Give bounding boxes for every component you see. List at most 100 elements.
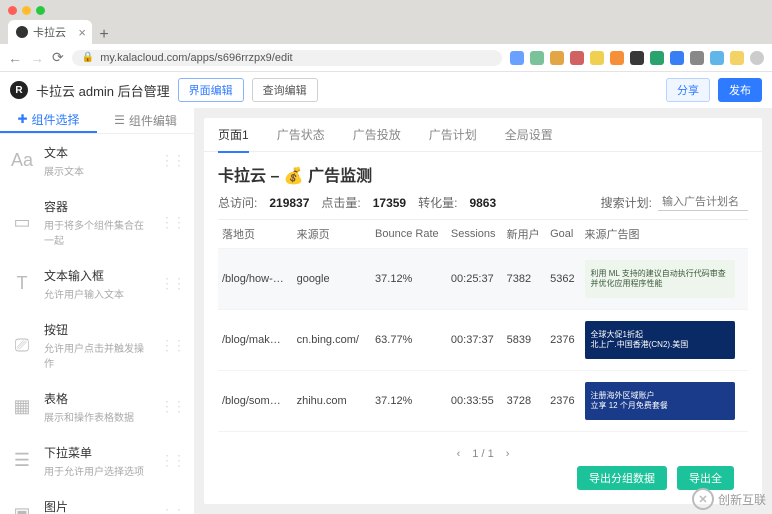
- watermark-text: 创新互联: [718, 491, 766, 508]
- extension-icon[interactable]: [650, 51, 664, 65]
- component-desc: 允许用户点击并触发操作: [44, 340, 150, 370]
- extension-icon[interactable]: [670, 51, 684, 65]
- maximize-window-icon[interactable]: [36, 6, 45, 15]
- cell-newuser: 5839: [503, 310, 546, 371]
- component-icon: ☰: [10, 449, 34, 473]
- watermark-logo-icon: ✕: [692, 488, 714, 510]
- minimize-window-icon[interactable]: [22, 6, 31, 15]
- component-name: 表格: [44, 390, 150, 407]
- cell-newuser: 9837: [503, 432, 546, 443]
- table-row[interactable]: /blog/peop…csdn.com76.47%00:57:329837763…: [218, 432, 748, 443]
- cell-bounce: 76.47%: [371, 432, 447, 443]
- component-desc: 允许用户输入文本: [44, 286, 150, 301]
- tab-component-edit[interactable]: ☰组件编辑: [97, 108, 194, 133]
- extension-icon[interactable]: [630, 51, 644, 65]
- next-page-icon[interactable]: ›: [506, 448, 510, 460]
- ad-banner: 注册海外区域账户立享 12 个月免费套餐: [585, 382, 735, 420]
- cell-newuser: 3728: [503, 371, 546, 432]
- reload-icon[interactable]: ⟳: [52, 49, 64, 66]
- extension-icon[interactable]: [550, 51, 564, 65]
- back-icon[interactable]: ←: [8, 50, 22, 66]
- tab-title: 卡拉云: [33, 24, 66, 40]
- watermark: ✕ 创新互联: [692, 488, 766, 510]
- drag-handle-icon[interactable]: ⋮⋮: [160, 275, 184, 292]
- export-all-button[interactable]: 导出全: [677, 466, 734, 490]
- extension-icon[interactable]: [730, 51, 744, 65]
- cell-goal: 5362: [546, 249, 580, 310]
- panel-tab[interactable]: 广告投放: [353, 126, 401, 143]
- data-table: 落地页来源页Bounce RateSessions新用户Goal来源广告图 /b…: [218, 219, 748, 442]
- cell-landing: /blog/som…: [218, 371, 293, 432]
- extension-icon[interactable]: [590, 51, 604, 65]
- drag-handle-icon[interactable]: ⋮⋮: [160, 152, 184, 169]
- url-text: my.kalacloud.com/apps/s696rrzpx9/edit: [100, 52, 292, 64]
- query-edit-button[interactable]: 查询编辑: [252, 78, 318, 102]
- profile-avatar-icon[interactable]: [750, 51, 764, 65]
- export-group-button[interactable]: 导出分组数据: [577, 466, 667, 490]
- sidebar: ✚组件选择 ☰组件编辑 Aa文本展示文本⋮⋮▭容器用于将多个组件集合在一起⋮⋮T…: [0, 108, 194, 514]
- search-plan-input[interactable]: [658, 194, 748, 211]
- browser-tab-strip: 卡拉云 × +: [0, 20, 772, 44]
- extension-icon[interactable]: [530, 51, 544, 65]
- panel: 页面1广告状态广告投放广告计划全局设置 卡拉云 – 💰 广告监测 总访问: 21…: [204, 118, 762, 504]
- close-tab-icon[interactable]: ×: [78, 25, 86, 40]
- extension-icon[interactable]: [610, 51, 624, 65]
- table-row[interactable]: /blog/mak…cn.bing.com/63.77%00:37:375839…: [218, 310, 748, 371]
- metrics-row: 总访问: 219837 点击量: 17359 转化量: 9863 搜索计划:: [218, 194, 748, 211]
- cell-bounce: 37.12%: [371, 371, 447, 432]
- panel-tab[interactable]: 页面1: [218, 126, 249, 143]
- cell-landing: /blog/how-…: [218, 249, 293, 310]
- component-item[interactable]: ⎚按钮允许用户点击并触发操作⋮⋮: [0, 311, 194, 380]
- component-name: 按钮: [44, 321, 150, 338]
- panel-tab[interactable]: 广告状态: [277, 126, 325, 143]
- page-edit-button[interactable]: 界面编辑: [178, 78, 244, 102]
- cell-ad: 人人可用的业务数据收集管理平台: [581, 432, 748, 443]
- component-item[interactable]: T文本输入框允许用户输入文本⋮⋮: [0, 257, 194, 311]
- conv-value: 9863: [469, 196, 496, 210]
- component-item[interactable]: ▦表格展示和操作表格数据⋮⋮: [0, 380, 194, 434]
- component-item[interactable]: ☰下拉菜单用于允许用户选择选项⋮⋮: [0, 434, 194, 488]
- table-row[interactable]: /blog/som…zhihu.com37.12%00:33:553728237…: [218, 371, 748, 432]
- component-item[interactable]: ▣图片用于展示图片⋮⋮: [0, 488, 194, 514]
- forward-icon: →: [30, 50, 44, 66]
- component-name: 下拉菜单: [44, 444, 150, 461]
- tab-component-select[interactable]: ✚组件选择: [0, 108, 97, 133]
- extension-icon[interactable]: [570, 51, 584, 65]
- extension-icon[interactable]: [710, 51, 724, 65]
- column-header: Bounce Rate: [371, 220, 447, 249]
- cell-sessions: 00:25:37: [447, 249, 503, 310]
- cell-source: cn.bing.com/: [293, 310, 371, 371]
- drag-handle-icon[interactable]: ⋮⋮: [160, 337, 184, 354]
- drag-handle-icon[interactable]: ⋮⋮: [160, 398, 184, 415]
- url-field[interactable]: 🔒 my.kalacloud.com/apps/s696rrzpx9/edit: [72, 50, 502, 66]
- cell-landing: /blog/peop…: [218, 432, 293, 443]
- ad-banner: 全球大促1折起北上广.中国香港(CN2).美国: [585, 321, 735, 359]
- close-window-icon[interactable]: [8, 6, 17, 15]
- browser-tab[interactable]: 卡拉云 ×: [8, 20, 92, 44]
- component-name: 容器: [44, 198, 150, 215]
- new-tab-button[interactable]: +: [92, 26, 116, 44]
- component-item[interactable]: ▭ 容器用于将多个组件集合在一起 ⋮⋮: [0, 188, 194, 257]
- component-icon: ▭: [10, 210, 34, 234]
- panel-tab[interactable]: 全局设置: [505, 126, 553, 143]
- publish-button[interactable]: 发布: [718, 78, 762, 102]
- extension-icon[interactable]: [510, 51, 524, 65]
- prev-page-icon[interactable]: ‹: [457, 448, 461, 460]
- component-icon: ▦: [10, 395, 34, 419]
- component-icon: ▣: [10, 503, 34, 514]
- extension-icon[interactable]: [690, 51, 704, 65]
- component-desc: 用于将多个组件集合在一起: [44, 217, 150, 247]
- cell-source: csdn.com: [293, 432, 371, 443]
- component-icon: Aa: [10, 149, 34, 173]
- cell-sessions: 00:57:32: [447, 432, 503, 443]
- table-row[interactable]: /blog/how-…google37.12%00:25:3773825362利…: [218, 249, 748, 310]
- share-button[interactable]: 分享: [666, 78, 710, 102]
- column-header: 新用户: [503, 220, 546, 249]
- lock-icon: 🔒: [82, 52, 94, 63]
- panel-tab[interactable]: 广告计划: [429, 126, 477, 143]
- drag-handle-icon[interactable]: ⋮⋮: [160, 506, 184, 514]
- drag-handle-icon[interactable]: ⋮⋮: [160, 452, 184, 469]
- cell-source: zhihu.com: [293, 371, 371, 432]
- component-item[interactable]: Aa文本展示文本⋮⋮: [0, 134, 194, 188]
- drag-handle-icon[interactable]: ⋮⋮: [160, 214, 184, 231]
